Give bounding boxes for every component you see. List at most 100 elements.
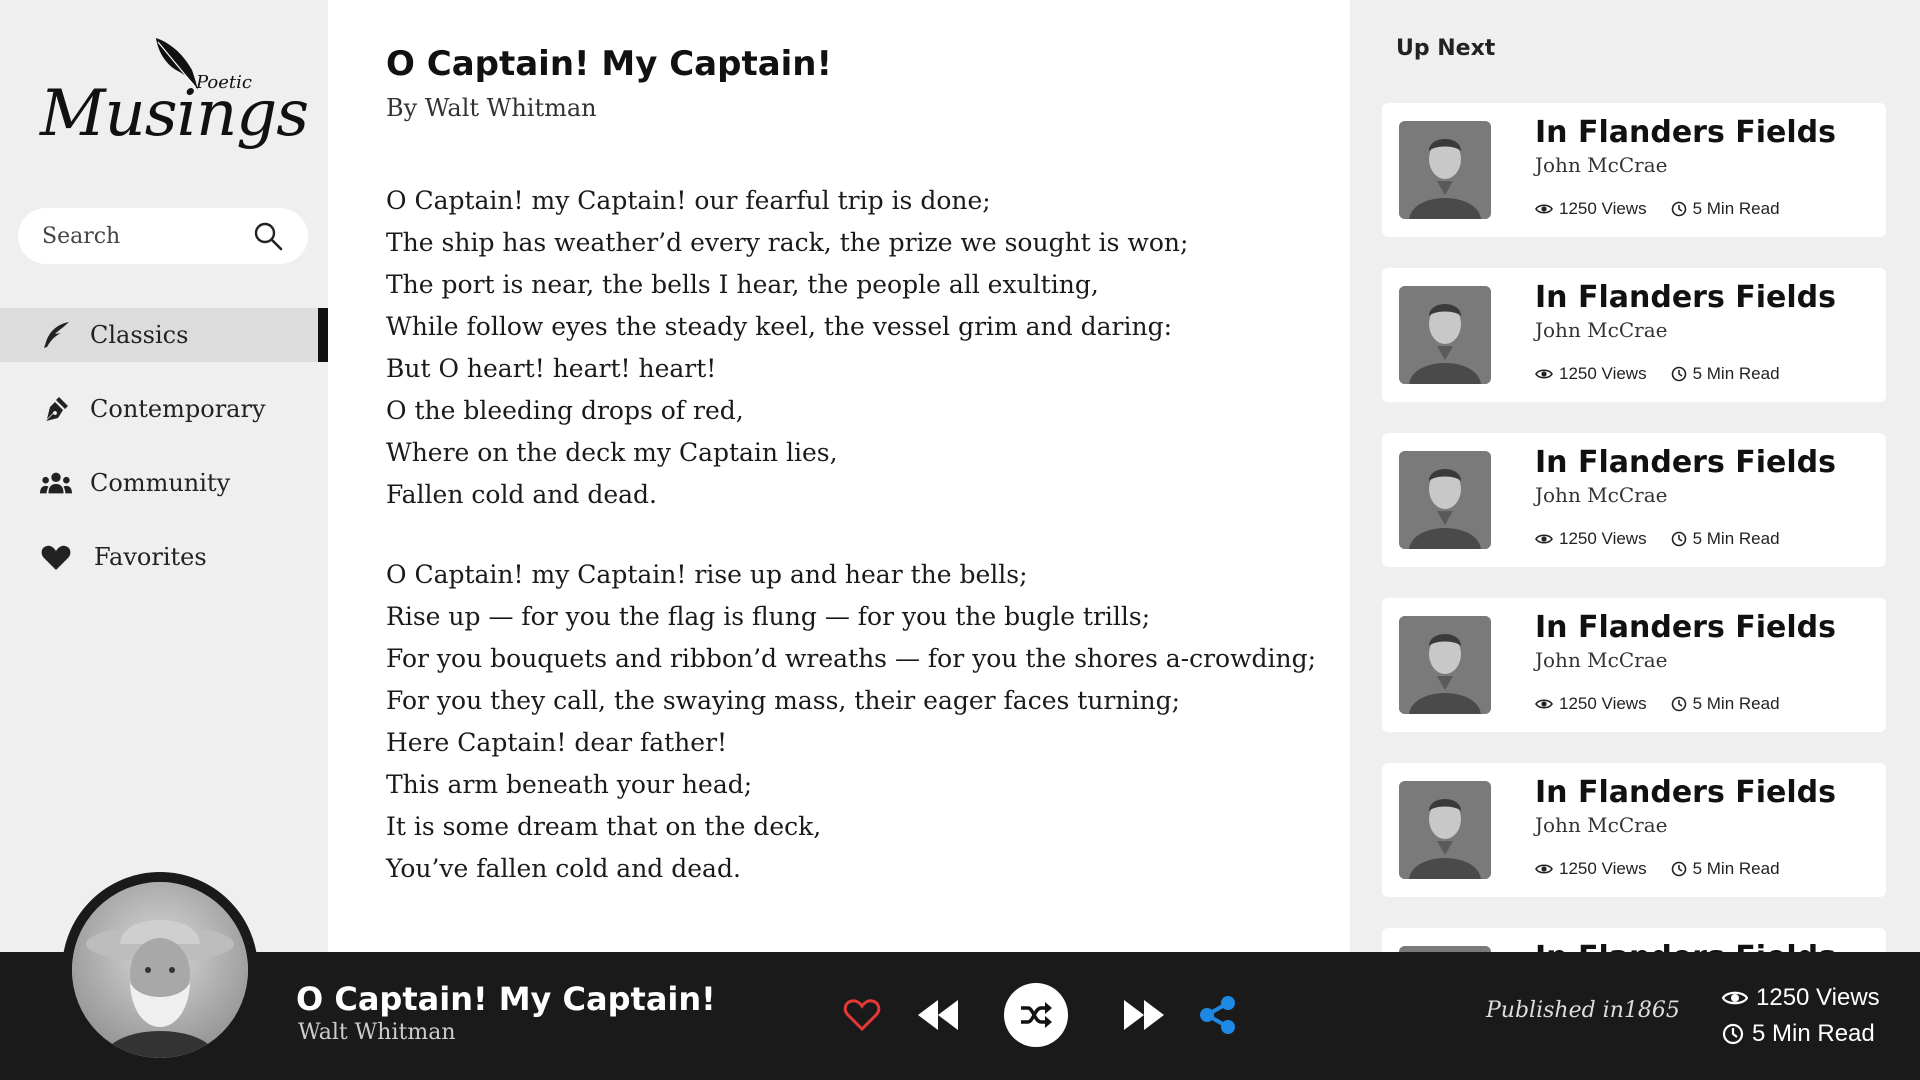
card-views-count: 1250 Views	[1559, 859, 1647, 878]
clock-icon	[1671, 861, 1686, 877]
sidebar-item-label: Contemporary	[90, 395, 266, 423]
logo[interactable]: Poetic Musings	[40, 36, 309, 156]
share-icon	[1200, 996, 1235, 1034]
card-views: 1250 Views	[1535, 859, 1647, 879]
sidebar-item-label: Classics	[90, 321, 189, 349]
poem-line: Fallen cold and dead.	[386, 480, 657, 509]
poet-thumbnail	[1399, 286, 1491, 384]
card-meta: 1250 Views 5 Min Read	[1535, 529, 1804, 549]
poem-author: By Walt Whitman	[386, 94, 597, 122]
poem-line: The port is near, the bells I hear, the …	[386, 270, 1099, 299]
author-portrait	[72, 882, 248, 1058]
poem-body: O Captain! my Captain! our fearful trip …	[386, 180, 1317, 890]
search-icon[interactable]	[252, 220, 284, 252]
card-author: John McCrae	[1535, 813, 1668, 837]
favorite-button[interactable]	[840, 993, 884, 1037]
poem-line: While follow eyes the steady keel, the v…	[386, 312, 1173, 341]
card-title: In Flanders Fields	[1535, 115, 1836, 150]
sidebar-item-community[interactable]: Community	[0, 456, 328, 510]
users-icon	[40, 467, 72, 499]
shuffle-icon	[1021, 1002, 1052, 1028]
card-title: In Flanders Fields	[1535, 610, 1836, 645]
next-button[interactable]	[1120, 993, 1168, 1037]
card-author: John McCrae	[1535, 483, 1668, 507]
card-meta: 1250 Views 5 Min Read	[1535, 199, 1804, 219]
stanza: O Captain! my Captain! rise up and hear …	[386, 554, 1317, 890]
eye-icon	[1535, 369, 1553, 379]
eye-icon	[1535, 204, 1553, 214]
eye-icon	[1535, 864, 1553, 874]
poem-line: Rise up — for you the flag is flung — fo…	[386, 602, 1151, 631]
clock-icon	[1722, 1023, 1744, 1045]
card-views-count: 1250 Views	[1559, 364, 1647, 383]
up-next-card[interactable]: In Flanders Fields John McCrae 1250 Views 5…	[1382, 763, 1886, 897]
poet-thumbnail	[1399, 121, 1491, 219]
poem-line: Here Captain! dear father!	[386, 728, 728, 757]
card-title: In Flanders Fields	[1535, 940, 1836, 952]
poem-line: For you bouquets and ribbon’d wreaths — …	[386, 644, 1317, 673]
eye-icon	[1535, 534, 1553, 544]
card-meta: 1250 Views 5 Min Read	[1535, 694, 1804, 714]
up-next-card[interactable]: In Flanders Fields John McCrae 1250 Views5…	[1382, 598, 1886, 732]
up-next-card[interactable]: In Flanders Fields John McCrae 1250 Views 5…	[1382, 268, 1886, 402]
poem-title: O Captain! My Captain!	[386, 44, 833, 84]
card-author: John McCrae	[1535, 318, 1668, 342]
sidebar-item-contemporary[interactable]: Contemporary	[0, 382, 328, 436]
sidebar-item-label: Favorites	[94, 543, 207, 571]
views-stat: 1250 Views	[1722, 980, 1880, 1016]
read-time: 5 Min Read	[1752, 1020, 1875, 1047]
card-read-time-text: 5 Min Read	[1692, 364, 1780, 383]
up-next-panel: Up Next In Flanders Fields John McCrae 125…	[1350, 0, 1920, 952]
views-count: 1250 Views	[1756, 984, 1880, 1011]
share-button[interactable]	[1196, 993, 1240, 1037]
poet-thumbnail	[1399, 451, 1491, 549]
stanza: O Captain! my Captain! our fearful trip …	[386, 180, 1292, 516]
sidebar-nav: Classics Contemporary Community Favorite…	[0, 308, 328, 604]
card-read-time-text: 5 Min Read	[1692, 694, 1780, 713]
up-next-card[interactable]: In Flanders Fields John McCrae 1250 Views 5…	[1382, 433, 1886, 567]
card-read-time: 5 Min Read	[1671, 694, 1780, 714]
up-next-list: In Flanders Fields John McCrae 1250 Views 5…	[1382, 103, 1886, 952]
card-author: John McCrae	[1535, 648, 1668, 672]
card-read-time-text: 5 Min Read	[1692, 529, 1780, 548]
search-input[interactable]	[42, 223, 252, 249]
card-title: In Flanders Fields	[1535, 445, 1836, 480]
clock-icon	[1671, 696, 1686, 712]
card-title: In Flanders Fields	[1535, 280, 1836, 315]
card-views: 1250 Views	[1535, 364, 1647, 384]
card-read-time-text: 5 Min Read	[1692, 859, 1780, 878]
published-year: Published in1865	[1486, 998, 1680, 1023]
clock-icon	[1671, 531, 1686, 547]
clock-icon	[1671, 366, 1686, 382]
quill-icon	[40, 319, 72, 351]
card-meta: 1250 Views 5 Min Read	[1535, 364, 1804, 384]
eye-icon	[1722, 991, 1748, 1005]
sidebar-item-classics[interactable]: Classics	[0, 308, 328, 362]
card-author: John McCrae	[1535, 153, 1668, 177]
poem-line: Where on the deck my Captain lies,	[386, 438, 838, 467]
read-time-stat: 5 Min Read	[1722, 1016, 1880, 1052]
card-title: In Flanders Fields	[1535, 775, 1836, 810]
poet-thumbnail	[1399, 616, 1491, 714]
sidebar-item-favorites[interactable]: Favorites	[0, 530, 328, 584]
up-next-card[interactable]: In Flanders FieldsJohn McCrae1250 Views5…	[1382, 928, 1886, 952]
poem-line: This arm beneath your head;	[386, 770, 753, 799]
now-playing-title: O Captain! My Captain!	[296, 980, 716, 1018]
card-read-time: 5 Min Read	[1671, 859, 1780, 879]
search-box	[18, 208, 308, 264]
up-next-card[interactable]: In Flanders Fields John McCrae 1250 Views 5…	[1382, 103, 1886, 237]
eye-icon	[1535, 699, 1553, 709]
card-views: 1250 Views	[1535, 529, 1647, 549]
poet-thumbnail	[1399, 781, 1491, 879]
clock-icon	[1671, 201, 1686, 217]
card-read-time-text: 5 Min Read	[1692, 199, 1780, 218]
logo-main-text: Musings	[40, 77, 309, 151]
poem-line: For you they call, the swaying mass, the…	[386, 686, 1180, 715]
player-controls	[840, 982, 1240, 1048]
poem-line: You’ve fallen cold and dead.	[386, 854, 741, 883]
card-views: 1250 Views	[1535, 199, 1647, 219]
previous-button[interactable]	[914, 993, 962, 1037]
shuffle-button[interactable]	[1004, 983, 1068, 1047]
fast-forward-icon	[1124, 1000, 1164, 1030]
author-avatar	[62, 872, 258, 1068]
